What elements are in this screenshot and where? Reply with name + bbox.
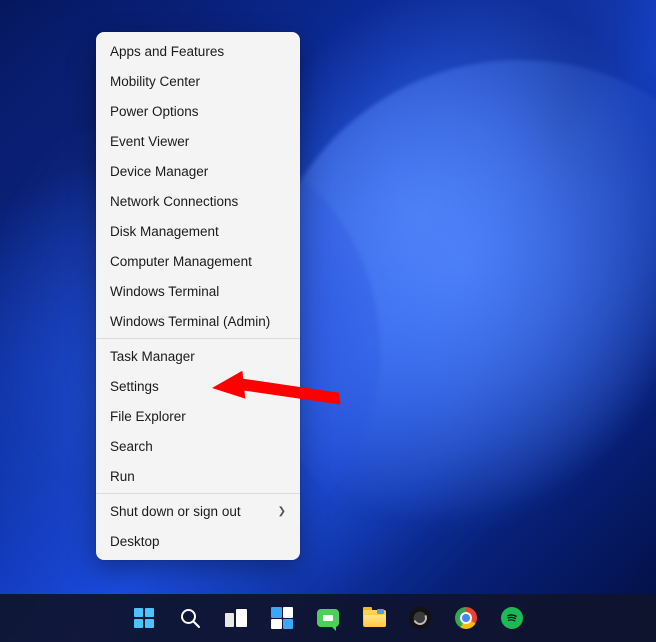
menu-item-search[interactable]: Search — [96, 431, 300, 461]
spotify-icon — [501, 607, 523, 629]
menu-item-label: Windows Terminal — [110, 284, 219, 299]
task-view-icon — [225, 609, 247, 627]
menu-item-label: Task Manager — [110, 349, 195, 364]
menu-item-label: Desktop — [110, 534, 160, 549]
spotify-button[interactable] — [492, 598, 532, 638]
menu-item-mobility-center[interactable]: Mobility Center — [96, 66, 300, 96]
menu-separator — [96, 338, 300, 339]
chrome-icon — [455, 607, 477, 629]
windows-logo-icon — [134, 608, 154, 628]
menu-item-settings[interactable]: Settings — [96, 371, 300, 401]
menu-item-windows-terminal[interactable]: Windows Terminal — [96, 276, 300, 306]
menu-separator — [96, 493, 300, 494]
menu-item-label: Event Viewer — [110, 134, 189, 149]
chat-icon — [317, 609, 339, 627]
winx-context-menu: Apps and Features Mobility Center Power … — [96, 32, 300, 560]
taskbar — [0, 594, 656, 642]
obs-button[interactable] — [400, 598, 440, 638]
search-button[interactable] — [170, 598, 210, 638]
menu-item-label: Device Manager — [110, 164, 208, 179]
folder-icon — [363, 610, 386, 627]
menu-item-label: Windows Terminal (Admin) — [110, 314, 270, 329]
menu-item-apps-and-features[interactable]: Apps and Features — [96, 36, 300, 66]
widgets-icon — [271, 607, 293, 629]
menu-item-label: File Explorer — [110, 409, 186, 424]
menu-item-label: Network Connections — [110, 194, 238, 209]
menu-item-label: Settings — [110, 379, 159, 394]
file-explorer-button[interactable] — [354, 598, 394, 638]
start-button[interactable] — [124, 598, 164, 638]
menu-item-device-manager[interactable]: Device Manager — [96, 156, 300, 186]
menu-item-computer-management[interactable]: Computer Management — [96, 246, 300, 276]
menu-item-label: Disk Management — [110, 224, 219, 239]
menu-item-label: Mobility Center — [110, 74, 200, 89]
menu-item-file-explorer[interactable]: File Explorer — [96, 401, 300, 431]
menu-item-disk-management[interactable]: Disk Management — [96, 216, 300, 246]
chat-button[interactable] — [308, 598, 348, 638]
menu-item-desktop[interactable]: Desktop — [96, 526, 300, 556]
menu-item-label: Computer Management — [110, 254, 252, 269]
widgets-button[interactable] — [262, 598, 302, 638]
chrome-button[interactable] — [446, 598, 486, 638]
menu-item-network-connections[interactable]: Network Connections — [96, 186, 300, 216]
obs-icon — [409, 607, 431, 629]
menu-item-task-manager[interactable]: Task Manager — [96, 341, 300, 371]
menu-item-label: Power Options — [110, 104, 199, 119]
chevron-right-icon: ❯ — [278, 506, 286, 517]
search-icon — [178, 606, 202, 630]
menu-item-windows-terminal-admin[interactable]: Windows Terminal (Admin) — [96, 306, 300, 336]
menu-item-event-viewer[interactable]: Event Viewer — [96, 126, 300, 156]
menu-item-shut-down-or-sign-out[interactable]: Shut down or sign out ❯ — [96, 496, 300, 526]
menu-item-label: Apps and Features — [110, 44, 224, 59]
menu-item-label: Search — [110, 439, 153, 454]
menu-item-label: Run — [110, 469, 135, 484]
task-view-button[interactable] — [216, 598, 256, 638]
menu-item-run[interactable]: Run — [96, 461, 300, 491]
menu-item-power-options[interactable]: Power Options — [96, 96, 300, 126]
menu-item-label: Shut down or sign out — [110, 504, 241, 519]
